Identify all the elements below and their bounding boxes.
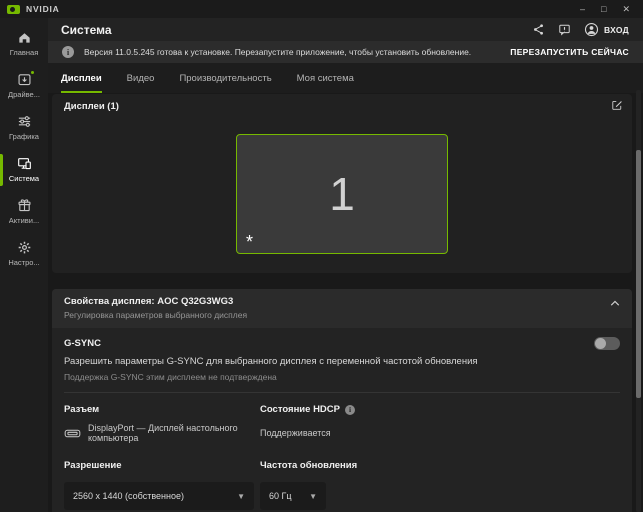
refresh-rate-dropdown[interactable]: 60 Гц ▼ bbox=[260, 482, 326, 510]
connector-label: Разъем bbox=[64, 404, 100, 415]
sidebar-item-label: Драйве... bbox=[8, 90, 40, 99]
scrollbar-track[interactable] bbox=[636, 90, 641, 512]
driver-update-badge bbox=[29, 70, 35, 75]
sidebar-item-system[interactable]: Система bbox=[0, 149, 48, 191]
properties-subtitle: Регулировка параметров выбранного диспле… bbox=[64, 310, 248, 320]
tab-bar: Дисплеи Видео Производительность Моя сис… bbox=[48, 63, 643, 93]
close-button[interactable]: ✕ bbox=[622, 4, 630, 14]
displayport-icon bbox=[64, 428, 81, 439]
nvidia-app-window: NVIDIA – □ ✕ Главная Драйве... Графика С… bbox=[0, 0, 643, 512]
titlebar: NVIDIA – □ ✕ bbox=[0, 0, 643, 18]
sidebar: Главная Драйве... Графика Система Активи… bbox=[0, 18, 48, 512]
gift-icon bbox=[17, 198, 32, 213]
refresh-rate-label: Частота обновления bbox=[260, 460, 358, 471]
header-actions: ВХОД bbox=[532, 22, 629, 37]
feedback-icon[interactable] bbox=[558, 23, 571, 36]
gear-icon bbox=[17, 240, 32, 255]
hdcp-info-icon[interactable] bbox=[345, 404, 355, 415]
scrollbar-thumb[interactable] bbox=[636, 150, 641, 398]
avatar-icon bbox=[584, 22, 599, 37]
gsync-title: G-SYNC bbox=[64, 338, 101, 349]
display-number: 1 bbox=[329, 168, 355, 220]
login-button[interactable]: ВХОД bbox=[584, 22, 629, 37]
display-1-box[interactable]: 1 * bbox=[236, 134, 448, 254]
gsync-toggle[interactable] bbox=[594, 337, 620, 350]
sidebar-item-activations[interactable]: Активи... bbox=[0, 191, 48, 233]
chevron-down-icon: ▼ bbox=[309, 491, 317, 501]
sidebar-item-label: Система bbox=[8, 174, 40, 183]
gsync-section: G-SYNC Разрешить параметры G-SYNC для вы… bbox=[52, 328, 632, 392]
restart-now-button[interactable]: ПЕРЕЗАПУСТИТЬ СЕЙЧАС bbox=[510, 47, 629, 57]
sidebar-item-home[interactable]: Главная bbox=[0, 23, 48, 65]
tab-video[interactable]: Видео bbox=[127, 63, 155, 93]
edit-displays-icon[interactable] bbox=[611, 99, 623, 111]
window-controls: – □ ✕ bbox=[580, 4, 636, 14]
sidebar-item-label: Активи... bbox=[8, 216, 40, 225]
content-area: Дисплеи (1) 1 * Свойства дисплея: AOC Q3… bbox=[48, 93, 643, 512]
sidebar-item-graphics[interactable]: Графика bbox=[0, 107, 48, 149]
maximize-button[interactable]: □ bbox=[601, 4, 606, 14]
resolution-dropdown[interactable]: 2560 x 1440 (собственное) ▼ bbox=[64, 482, 254, 510]
info-icon bbox=[62, 46, 74, 58]
hdcp-label: Состояние HDCP bbox=[260, 404, 620, 415]
app-name: NVIDIA bbox=[26, 4, 60, 14]
update-banner: Версия 11.0.5.245 готова к установке. Пе… bbox=[48, 41, 643, 63]
driver-icon bbox=[17, 70, 35, 87]
displays-panel: Дисплеи (1) 1 * bbox=[52, 94, 632, 273]
sidebar-item-label: Настро... bbox=[8, 258, 40, 267]
displays-panel-title: Дисплеи (1) bbox=[64, 101, 119, 112]
minimize-button[interactable]: – bbox=[580, 4, 585, 14]
primary-display-marker: * bbox=[246, 232, 254, 252]
connector-value-text: DisplayPort — Дисплей настольного компью… bbox=[88, 423, 238, 443]
tab-performance[interactable]: Производительность bbox=[179, 63, 271, 93]
properties-header-text: Свойства дисплея: AOC Q32G3WG3 Регулиров… bbox=[64, 296, 247, 320]
login-label: ВХОД bbox=[603, 24, 629, 35]
hdcp-value: Поддерживается bbox=[260, 428, 331, 438]
properties-title: Свойства дисплея: AOC Q32G3WG3 bbox=[64, 296, 234, 307]
page-header: Система ВХОД bbox=[48, 18, 643, 41]
sidebar-item-settings[interactable]: Настро... bbox=[0, 233, 48, 275]
nvidia-logo-icon bbox=[7, 4, 20, 14]
sidebar-item-label: Главная bbox=[9, 48, 39, 57]
tab-my-system[interactable]: Моя система bbox=[297, 63, 354, 93]
resolution-label: Разрешение bbox=[64, 460, 122, 471]
toggle-knob bbox=[595, 338, 606, 349]
sidebar-item-drivers[interactable]: Драйве... bbox=[0, 65, 48, 107]
gsync-note: Поддержка G-SYNC этим дисплеем не подтве… bbox=[64, 372, 277, 382]
refresh-rate-value: 60 Гц bbox=[269, 491, 292, 501]
properties-grid: Разъем Состояние HDCP DisplayPort — Дисп… bbox=[52, 393, 632, 512]
share-icon[interactable] bbox=[532, 23, 545, 36]
sidebar-item-label: Графика bbox=[9, 132, 39, 141]
tab-displays[interactable]: Дисплеи bbox=[61, 63, 102, 93]
resolution-value: 2560 x 1440 (собственное) bbox=[73, 491, 184, 501]
connector-value: DisplayPort — Дисплей настольного компью… bbox=[64, 423, 260, 443]
system-monitor-icon bbox=[17, 156, 32, 171]
chevron-down-icon: ▼ bbox=[237, 491, 245, 501]
gsync-description: Разрешить параметры G-SYNC для выбранног… bbox=[64, 356, 478, 367]
chevron-up-icon[interactable] bbox=[610, 300, 620, 307]
hdcp-label-text: Состояние HDCP bbox=[260, 404, 340, 415]
main-area: Система ВХОД i Версия 11.0.5.245 готова … bbox=[48, 18, 643, 512]
properties-header[interactable]: Свойства дисплея: AOC Q32G3WG3 Регулиров… bbox=[52, 289, 632, 328]
page-title: Система bbox=[61, 22, 112, 37]
display-properties-panel: Свойства дисплея: AOC Q32G3WG3 Регулиров… bbox=[52, 289, 632, 512]
graphics-sliders-icon bbox=[17, 114, 32, 129]
update-message: Версия 11.0.5.245 готова к установке. Пе… bbox=[84, 47, 472, 57]
home-icon bbox=[17, 30, 32, 45]
